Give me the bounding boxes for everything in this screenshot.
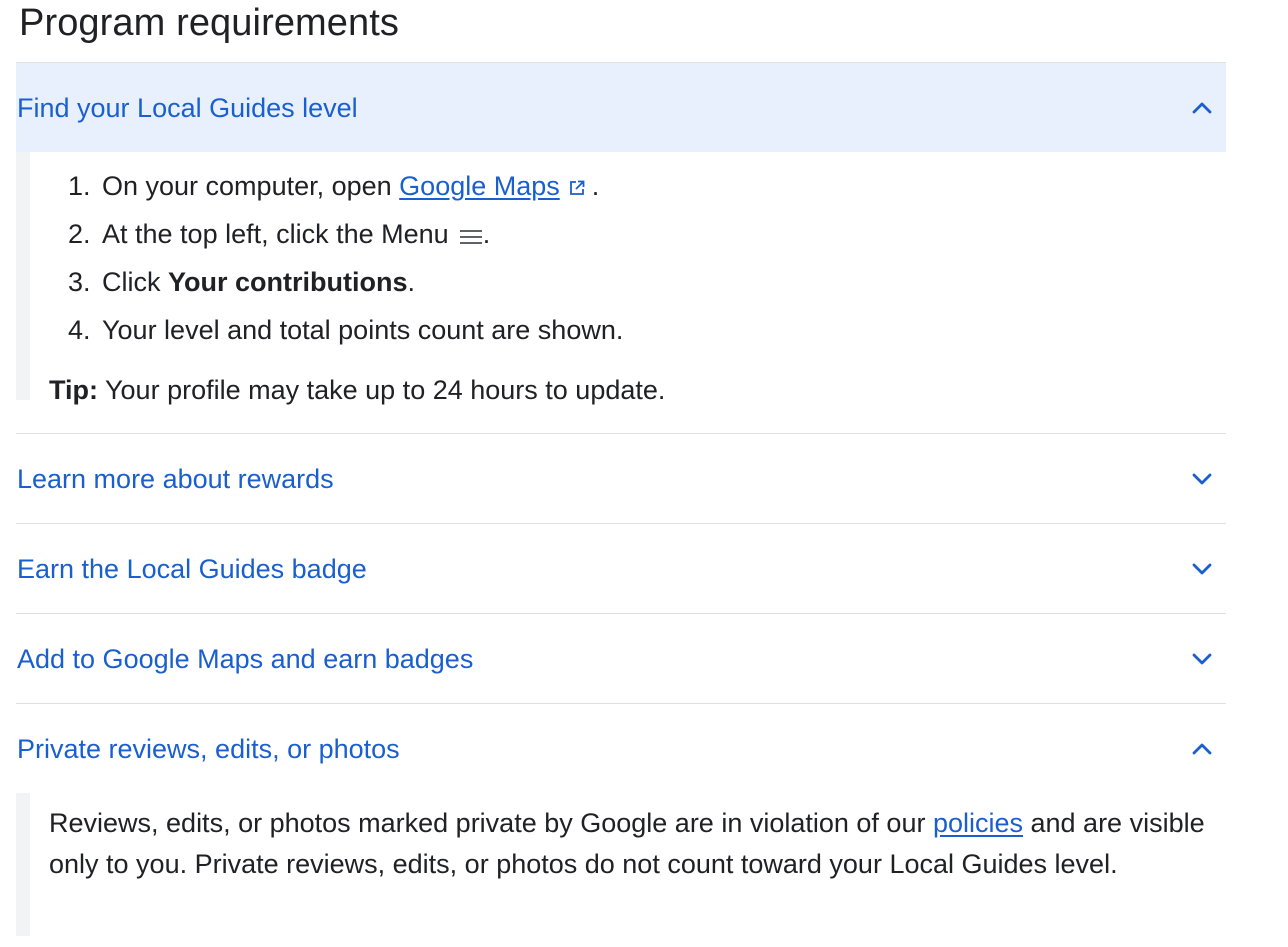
external-link-icon[interactable] (568, 164, 586, 212)
chevron-up-icon[interactable] (1192, 740, 1212, 758)
step-text: At the top left, click the Menu (102, 219, 449, 249)
step-text: Your level and total points count are sh… (102, 315, 624, 345)
step-number: 2. (68, 219, 91, 249)
page-title: Program requirements (19, 2, 400, 44)
step-text-end: . (407, 267, 415, 297)
accordion-title: Add to Google Maps and earn badges (17, 644, 474, 674)
chevron-up-icon[interactable] (1192, 99, 1212, 117)
step-text-end: . (591, 171, 600, 201)
tip-text: Your profile may take up to 24 hours to … (98, 375, 666, 405)
your-contributions-label: Your contributions (168, 267, 408, 297)
step-text: Click (102, 267, 168, 297)
google-maps-link[interactable]: Google Maps (399, 171, 560, 201)
step-number: 4. (68, 315, 91, 345)
accordion-title: Find your Local Guides level (17, 93, 358, 123)
accordion-body-private: Reviews, edits, or photos marked private… (16, 793, 1226, 936)
accordion-header-private[interactable]: Private reviews, edits, or photos (16, 703, 1226, 793)
step-text: On your computer, open (102, 171, 400, 201)
tip-label: Tip: (49, 375, 98, 405)
chevron-down-icon[interactable] (1192, 470, 1212, 488)
list-item: 2. At the top left, click the Menu. (68, 210, 623, 258)
accordion: Find your Local Guides level 1. On your c… (16, 62, 1226, 936)
list-item: 3. Click Your contributions. (68, 258, 623, 306)
private-content-text: Reviews, edits, or photos marked private… (49, 803, 1209, 885)
tip-note: Tip: Your profile may take up to 24 hour… (49, 370, 665, 410)
chevron-down-icon[interactable] (1192, 650, 1212, 668)
accordion-body-find-level: 1. On your computer, open Google Maps. 2.… (16, 152, 1226, 405)
accordion-title: Earn the Local Guides badge (17, 554, 367, 584)
steps-list: 1. On your computer, open Google Maps. 2.… (68, 162, 623, 354)
policies-link[interactable]: policies (933, 808, 1023, 838)
list-item: 4. Your level and total points count are … (68, 306, 623, 354)
accordion-title: Private reviews, edits, or photos (17, 734, 400, 764)
accordion-header-rewards[interactable]: Learn more about rewards (16, 433, 1226, 523)
chevron-down-icon[interactable] (1192, 560, 1212, 578)
accordion-header-badge[interactable]: Earn the Local Guides badge (16, 523, 1226, 613)
accordion-title: Learn more about rewards (17, 464, 334, 494)
list-item: 1. On your computer, open Google Maps. (68, 162, 623, 210)
accordion-header-add-to-maps[interactable]: Add to Google Maps and earn badges (16, 613, 1226, 703)
step-number: 3. (68, 267, 91, 297)
accordion-header-find-level[interactable]: Find your Local Guides level (16, 62, 1226, 152)
menu-icon (459, 212, 483, 260)
step-text-end: . (482, 219, 491, 249)
body-text: Reviews, edits, or photos marked private… (49, 808, 933, 838)
help-page: Program requirements Find your Local Gui… (0, 0, 1288, 947)
step-number: 1. (68, 171, 91, 201)
